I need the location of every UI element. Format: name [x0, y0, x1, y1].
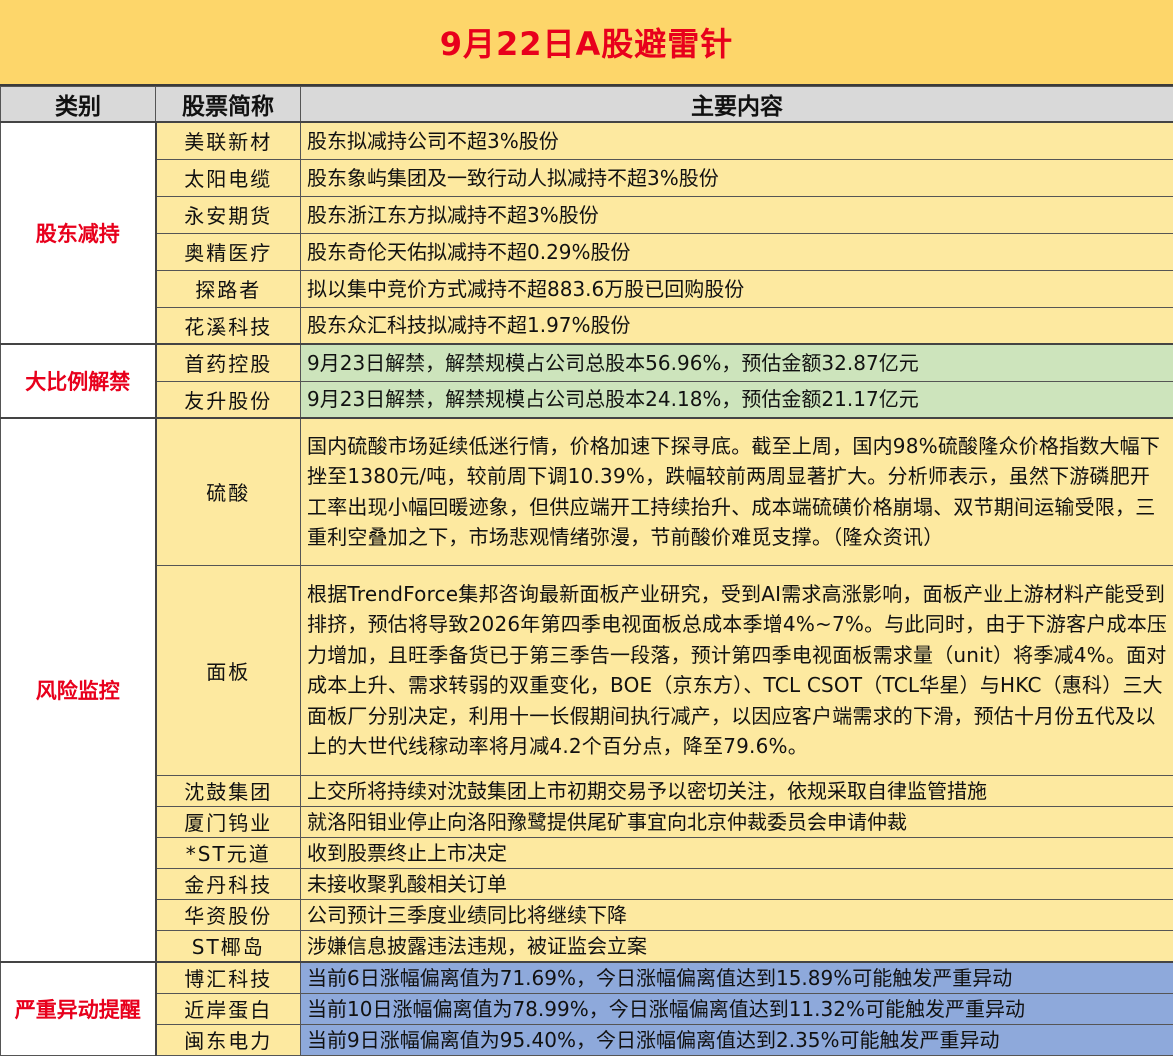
stock-name: 太阳电缆 — [156, 159, 301, 196]
row-content: 当前10日涨幅偏离值为78.99%，今日涨幅偏离值达到11.32%可能触发严重异… — [301, 993, 1173, 1024]
table-row: 大比例解禁 首药控股 9月23日解禁，解禁规模占公司总股本56.96%，预估金额… — [1, 344, 1173, 381]
table-header-row: 类别 股票简称 主要内容 — [1, 87, 1173, 123]
row-content: 公司预计三季度业绩同比将继续下降 — [301, 899, 1173, 930]
stock-name: 近岸蛋白 — [156, 993, 301, 1024]
row-content: 当前6日涨幅偏离值为71.69%，今日涨幅偏离值达到15.89%可能触发严重异动 — [301, 962, 1173, 994]
stock-name: 首药控股 — [156, 344, 301, 381]
table-row: 厦门钨业 就洛阳钼业停止向洛阳豫鹭提供尾矿事宜向北京仲裁委员会申请仲裁 — [1, 806, 1173, 837]
stock-name: 硫酸 — [156, 418, 301, 565]
row-content: 根据TrendForce集邦咨询最新面板产业研究，受到AI需求高涨影响，面板产业… — [301, 565, 1173, 775]
row-content: 上交所将持续对沈鼓集团上市初期交易予以密切关注，依规采取自律监管措施 — [301, 775, 1173, 806]
table-row: 沈鼓集团 上交所将持续对沈鼓集团上市初期交易予以密切关注，依规采取自律监管措施 — [1, 775, 1173, 806]
table-row: 太阳电缆 股东象屿集团及一致行动人拟减持不超3%股份 — [1, 159, 1173, 196]
table-row: 闽东电力 当前9日涨幅偏离值为95.40%，今日涨幅偏离值达到2.35%可能触发… — [1, 1024, 1173, 1055]
table-row: 股东减持 美联新材 股东拟减持公司不超3%股份 — [1, 122, 1173, 159]
category-abnormal-alert: 严重异动提醒 — [1, 962, 156, 1056]
table-row: 风险监控 硫酸 国内硫酸市场延续低迷行情，价格加速下探寻底。截至上周，国内98%… — [1, 418, 1173, 565]
stock-name: 金丹科技 — [156, 868, 301, 899]
row-content: 股东拟减持公司不超3%股份 — [301, 122, 1173, 159]
row-content: 国内硫酸市场延续低迷行情，价格加速下探寻底。截至上周，国内98%硫酸隆众价格指数… — [301, 418, 1173, 565]
row-content: 股东象屿集团及一致行动人拟减持不超3%股份 — [301, 159, 1173, 196]
table-row: 奥精医疗 股东奇伦天佑拟减持不超0.29%股份 — [1, 233, 1173, 270]
page-title: 9月22日A股避雷针 — [0, 0, 1173, 86]
row-content: 拟以集中竞价方式减持不超883.6万股已回购股份 — [301, 270, 1173, 307]
table-row: 友升股份 9月23日解禁，解禁规模占公司总股本24.18%，预估金额21.17亿… — [1, 381, 1173, 418]
avoid-thunder-sheet: 9月22日A股避雷针 类别 股票简称 主要内容 股东减持 美联新材 股东拟减持公… — [0, 0, 1173, 1049]
stock-name: 厦门钨业 — [156, 806, 301, 837]
stock-name: 永安期货 — [156, 196, 301, 233]
table-row: ST椰岛 涉嫌信息披露违法违规，被证监会立案 — [1, 930, 1173, 962]
stock-name: 华资股份 — [156, 899, 301, 930]
stock-name: 面板 — [156, 565, 301, 775]
stock-risk-table: 类别 股票简称 主要内容 股东减持 美联新材 股东拟减持公司不超3%股份 太阳电… — [0, 86, 1173, 1056]
row-content: 涉嫌信息披露违法违规，被证监会立案 — [301, 930, 1173, 962]
table-row: 近岸蛋白 当前10日涨幅偏离值为78.99%，今日涨幅偏离值达到11.32%可能… — [1, 993, 1173, 1024]
stock-name: *ST元道 — [156, 837, 301, 868]
table-row: 花溪科技 股东众汇科技拟减持不超1.97%股份 — [1, 307, 1173, 344]
table-row: 探路者 拟以集中竞价方式减持不超883.6万股已回购股份 — [1, 270, 1173, 307]
table-row: 永安期货 股东浙江东方拟减持不超3%股份 — [1, 196, 1173, 233]
stock-name: ST椰岛 — [156, 930, 301, 962]
stock-name: 闽东电力 — [156, 1024, 301, 1055]
table-row: 严重异动提醒 博汇科技 当前6日涨幅偏离值为71.69%，今日涨幅偏离值达到15… — [1, 962, 1173, 994]
row-content: 当前9日涨幅偏离值为95.40%，今日涨幅偏离值达到2.35%可能触发严重异动 — [301, 1024, 1173, 1055]
row-content: 收到股票终止上市决定 — [301, 837, 1173, 868]
category-risk-monitor: 风险监控 — [1, 418, 156, 962]
stock-name: 博汇科技 — [156, 962, 301, 994]
stock-name: 沈鼓集团 — [156, 775, 301, 806]
category-shareholder-reduction: 股东减持 — [1, 122, 156, 344]
header-content: 主要内容 — [301, 87, 1173, 123]
table-row: 华资股份 公司预计三季度业绩同比将继续下降 — [1, 899, 1173, 930]
category-large-unlock: 大比例解禁 — [1, 344, 156, 418]
table-row: 金丹科技 未接收聚乳酸相关订单 — [1, 868, 1173, 899]
row-content: 9月23日解禁，解禁规模占公司总股本24.18%，预估金额21.17亿元 — [301, 381, 1173, 418]
row-content: 就洛阳钼业停止向洛阳豫鹭提供尾矿事宜向北京仲裁委员会申请仲裁 — [301, 806, 1173, 837]
stock-name: 奥精医疗 — [156, 233, 301, 270]
stock-name: 美联新材 — [156, 122, 301, 159]
row-content: 股东浙江东方拟减持不超3%股份 — [301, 196, 1173, 233]
table-row: *ST元道 收到股票终止上市决定 — [1, 837, 1173, 868]
row-content: 9月23日解禁，解禁规模占公司总股本56.96%，预估金额32.87亿元 — [301, 344, 1173, 381]
stock-name: 探路者 — [156, 270, 301, 307]
header-category: 类别 — [1, 87, 156, 123]
row-content: 未接收聚乳酸相关订单 — [301, 868, 1173, 899]
row-content: 股东奇伦天佑拟减持不超0.29%股份 — [301, 233, 1173, 270]
row-content: 股东众汇科技拟减持不超1.97%股份 — [301, 307, 1173, 344]
header-stock: 股票简称 — [156, 87, 301, 123]
stock-name: 友升股份 — [156, 381, 301, 418]
stock-name: 花溪科技 — [156, 307, 301, 344]
table-row: 面板 根据TrendForce集邦咨询最新面板产业研究，受到AI需求高涨影响，面… — [1, 565, 1173, 775]
